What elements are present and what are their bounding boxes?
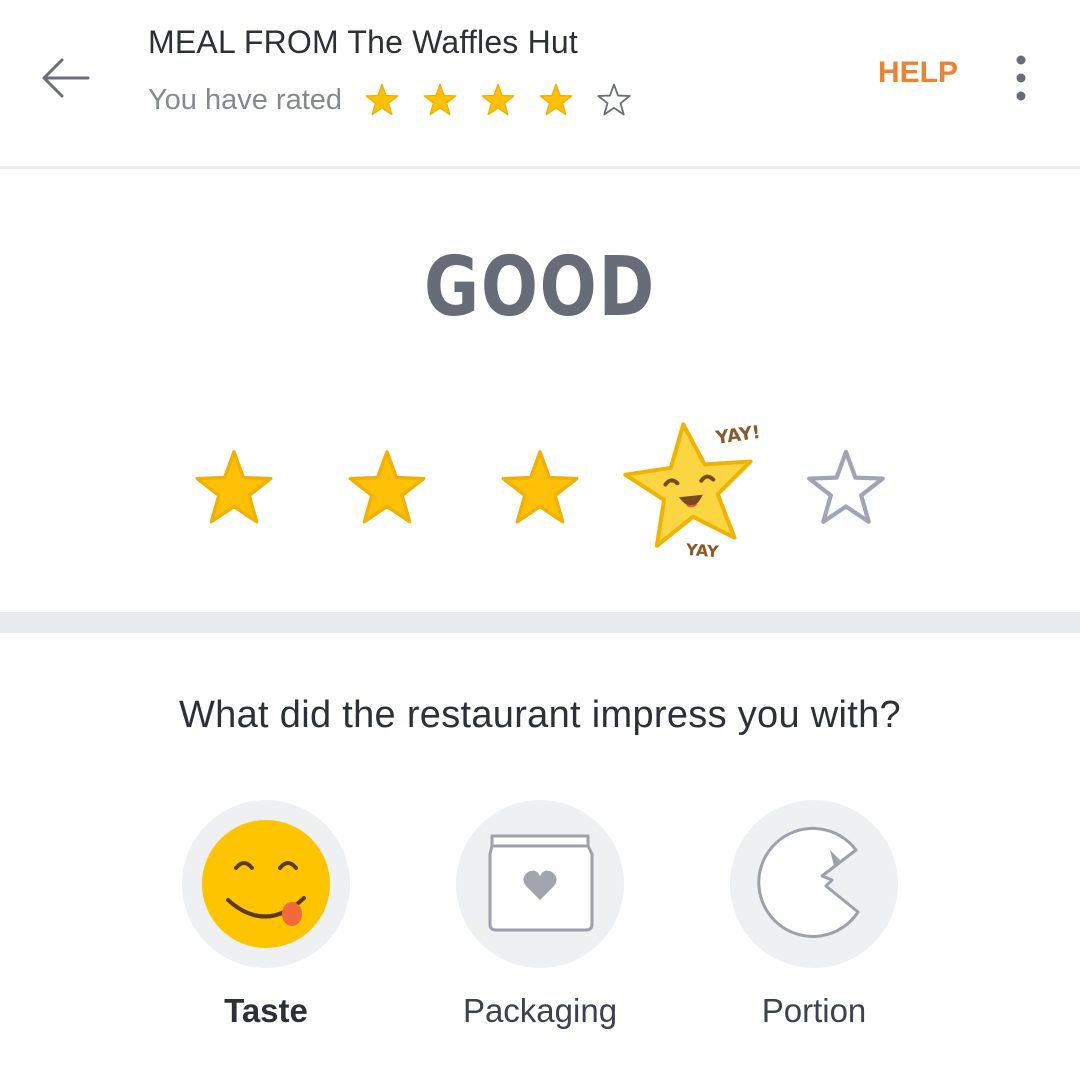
rating-summary-label: You have rated <box>148 83 343 116</box>
rating-summary: You have rated <box>148 78 654 122</box>
more-vertical-icon <box>1016 55 1026 101</box>
packaging-bag-icon <box>488 834 594 932</box>
option-packaging-circle <box>456 800 624 968</box>
star-filled-icon <box>539 83 573 116</box>
option-portion[interactable]: Portion <box>724 800 904 1050</box>
sticker-text-bottom: YAY <box>684 540 719 560</box>
option-packaging-label: Packaging <box>462 992 618 1029</box>
rated-star-1 <box>364 82 400 118</box>
star-filled-icon <box>481 83 515 116</box>
star-rating-5[interactable] <box>804 446 888 530</box>
more-options-button[interactable] <box>1004 52 1038 104</box>
sticker-text-top: YAY! <box>713 422 761 449</box>
star-rating-4-selected[interactable]: YAY! YAY <box>612 410 772 561</box>
portion-pacman-icon <box>757 826 860 938</box>
happy-star-sticker-icon: YAY! YAY <box>623 422 762 561</box>
page-title: MEAL FROM The Waffles Hut <box>148 24 578 60</box>
star-filled-icon <box>195 450 273 524</box>
arrow-left-icon <box>42 58 90 98</box>
yum-face-icon <box>202 820 330 948</box>
rating-summary-stars <box>364 82 654 118</box>
option-portion-circle <box>730 800 898 968</box>
section-divider <box>0 612 1080 633</box>
star-filled-icon <box>365 83 399 116</box>
star-outline-icon <box>807 449 885 524</box>
option-taste-label: Taste <box>224 992 308 1029</box>
star-filled-icon <box>423 83 457 116</box>
star-rating-1[interactable] <box>192 446 276 530</box>
star-filled-icon <box>501 450 579 524</box>
header: MEAL FROM The Waffles Hut You have rated… <box>0 0 1080 168</box>
rated-star-4 <box>538 82 574 118</box>
rated-star-3 <box>480 82 516 118</box>
help-button[interactable]: HELP <box>878 56 958 90</box>
rated-star-5 <box>596 82 632 118</box>
back-button[interactable] <box>30 48 100 108</box>
star-filled-icon <box>348 450 426 524</box>
option-taste[interactable]: Taste <box>176 800 356 1050</box>
option-taste-circle <box>182 800 350 968</box>
impress-question: What did the restaurant impress you with… <box>179 694 901 736</box>
option-packaging[interactable]: Packaging <box>450 800 630 1050</box>
star-rating-3[interactable] <box>498 446 582 530</box>
star-rating-2[interactable] <box>345 446 429 530</box>
option-portion-label: Portion <box>761 992 867 1029</box>
header-divider <box>0 166 1080 169</box>
rating-word: GOOD <box>424 240 656 335</box>
rated-star-2 <box>422 82 458 118</box>
star-outline-icon <box>597 83 631 116</box>
